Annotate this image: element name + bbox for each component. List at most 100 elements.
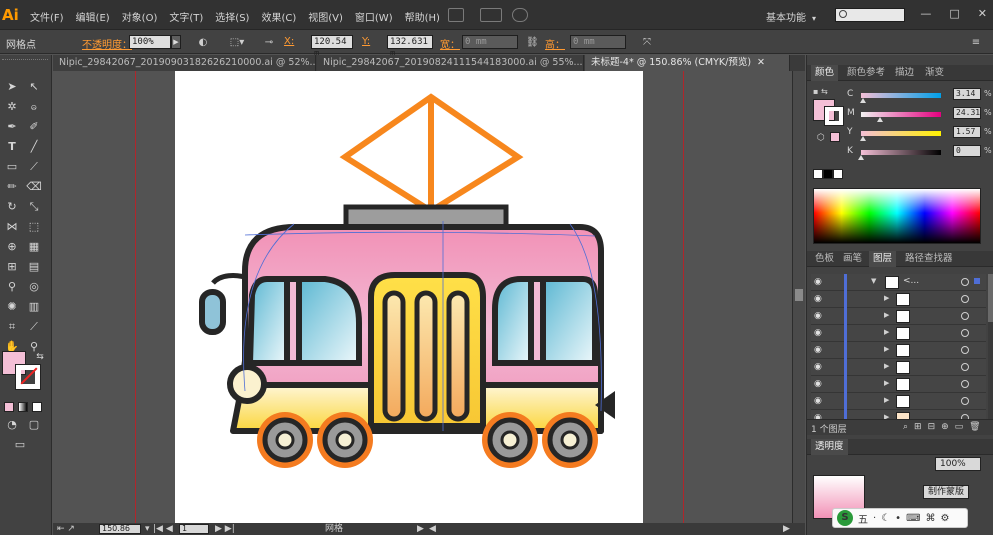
scale-tool-icon[interactable]: ⤡: [26, 199, 42, 215]
free-transform-tool-icon[interactable]: ⬚: [26, 219, 42, 235]
none-swatch[interactable]: [813, 169, 823, 179]
curvature-tool-icon[interactable]: ✐: [26, 119, 42, 135]
opacity-input[interactable]: 100%: [129, 35, 171, 49]
maximize-button[interactable]: □: [949, 7, 959, 20]
visibility-eye-icon[interactable]: ◉: [814, 362, 826, 372]
target-circle-icon[interactable]: [961, 346, 969, 354]
transparency-opacity-input[interactable]: 100%: [935, 457, 981, 471]
pencil-tool-icon[interactable]: ✏: [4, 179, 20, 195]
settings-gear-icon[interactable]: ⚙: [941, 513, 950, 524]
draw-mode-icon[interactable]: ◔: [4, 417, 20, 433]
target-circle-icon[interactable]: [961, 329, 969, 337]
tab-color[interactable]: 颜色: [811, 65, 839, 81]
target-circle-icon[interactable]: [961, 397, 969, 405]
visibility-eye-icon[interactable]: ◉: [814, 379, 826, 389]
moon-icon[interactable]: ☾: [881, 513, 890, 524]
lasso-tool-icon[interactable]: ဓ: [26, 99, 42, 115]
opacity-dropdown[interactable]: ▶: [171, 35, 181, 49]
expand-triangle-icon[interactable]: ▶: [884, 379, 889, 387]
artboard-number-input[interactable]: 1: [179, 524, 209, 534]
visibility-eye-icon[interactable]: ◉: [814, 311, 826, 321]
eraser-tool-icon[interactable]: ⌫: [26, 179, 42, 195]
status-menu-arrow[interactable]: ▶: [417, 523, 424, 535]
tab-stroke[interactable]: 描边: [891, 65, 918, 81]
perspective-grid-tool-icon[interactable]: ▦: [26, 239, 42, 255]
expand-triangle-icon[interactable]: ▶: [884, 345, 889, 353]
layer-row[interactable]: ◉ ▶: [811, 393, 986, 410]
stroke-swatch[interactable]: [15, 364, 41, 390]
tab-brushes[interactable]: 画笔: [839, 251, 866, 267]
layer-row-parent[interactable]: ◉ ▼ <...: [811, 274, 986, 291]
width-input[interactable]: 0 mm: [462, 35, 518, 49]
target-circle-icon[interactable]: [961, 363, 969, 371]
visibility-eye-icon[interactable]: ◉: [814, 345, 826, 355]
gradient-tool-icon[interactable]: ▤: [26, 259, 42, 275]
black-swatch[interactable]: [823, 169, 833, 179]
color-panel-stroke-swatch[interactable]: [824, 106, 844, 126]
target-circle-icon[interactable]: [961, 278, 969, 286]
zoom-level-input[interactable]: 150.86: [99, 524, 141, 534]
layer-name[interactable]: <...: [903, 276, 919, 286]
help-search-input[interactable]: [835, 8, 905, 22]
channel-black-knob[interactable]: [858, 155, 864, 160]
menu-edit[interactable]: 编辑(E): [76, 9, 110, 24]
horizontal-scroll-left[interactable]: ◀: [429, 523, 436, 535]
channel-cyan-slider[interactable]: [861, 93, 941, 98]
layer-row[interactable]: ◉ ▶: [811, 376, 986, 393]
symbol-sprayer-tool-icon[interactable]: ✺: [4, 299, 20, 315]
dot-icon[interactable]: •: [895, 513, 901, 524]
expand-triangle-icon[interactable]: ▶: [884, 362, 889, 370]
menu-object[interactable]: 对象(O): [122, 9, 158, 24]
channel-magenta-slider[interactable]: [861, 112, 941, 117]
recolor-icon[interactable]: ◐: [197, 37, 209, 48]
ime-mode[interactable]: 五: [858, 511, 868, 526]
align-to-icon[interactable]: ⬚▾: [228, 37, 246, 48]
line-tool-icon[interactable]: ╱: [26, 139, 42, 155]
menu-effect[interactable]: 效果(C): [261, 9, 296, 24]
menu-window[interactable]: 窗口(W): [355, 9, 393, 24]
close-button[interactable]: ✕: [978, 7, 987, 20]
layer-row[interactable]: ◉ ▶: [811, 342, 986, 359]
close-icon[interactable]: ✕: [757, 57, 765, 68]
out-of-gamut-icon[interactable]: ⬡: [817, 133, 825, 143]
zoom-dropdown-icon[interactable]: ▾: [145, 523, 150, 535]
gpu-performance-icon[interactable]: [512, 8, 528, 22]
magic-wand-tool-icon[interactable]: ✲: [4, 99, 20, 115]
target-circle-icon[interactable]: [961, 380, 969, 388]
gradient-mode-swatch[interactable]: [18, 402, 28, 412]
canvas-vertical-scrollbar[interactable]: [792, 71, 805, 523]
tab-gradient[interactable]: 渐变: [921, 65, 948, 81]
tab-swatches[interactable]: 色板: [811, 251, 838, 267]
visibility-eye-icon[interactable]: ◉: [814, 396, 826, 406]
channel-yellow-slider[interactable]: [861, 131, 941, 136]
artboard-nav-prev[interactable]: |◀ ◀: [153, 523, 173, 535]
channel-cyan-input[interactable]: 3.14: [953, 88, 981, 100]
make-mask-button[interactable]: 制作蒙版: [923, 485, 970, 499]
x-position-input[interactable]: 120.54 m: [311, 35, 353, 59]
ime-punct[interactable]: ·: [873, 513, 876, 524]
channel-magenta-input[interactable]: 24.31: [953, 107, 981, 119]
tab-color-guide[interactable]: 颜色参考: [843, 65, 889, 81]
blend-tool-icon[interactable]: ◎: [26, 279, 42, 295]
artboard-nav-next[interactable]: ▶ ▶|: [215, 523, 235, 535]
shape-builder-tool-icon[interactable]: ⊕: [4, 239, 20, 255]
pen-tool-icon[interactable]: ✒: [4, 119, 20, 135]
rectangle-tool-icon[interactable]: ▭: [4, 159, 20, 175]
layer-row[interactable]: ◉ ▶: [811, 359, 986, 376]
toolbar-grip[interactable]: [2, 59, 48, 62]
minimize-button[interactable]: —: [920, 7, 931, 20]
arrange-documents-icon[interactable]: [480, 8, 502, 22]
transform-icon[interactable]: ⤧: [641, 37, 653, 48]
channel-black-slider[interactable]: [861, 150, 941, 155]
default-colors-icon[interactable]: ▪ ⇆: [813, 87, 828, 96]
opacity-label[interactable]: 不透明度：: [82, 36, 132, 51]
color-mode-swatch[interactable]: [4, 402, 14, 412]
tab-layers[interactable]: 图层: [869, 251, 897, 267]
layers-scrollbar[interactable]: [988, 274, 993, 424]
menu-select[interactable]: 选择(S): [215, 9, 249, 24]
visibility-eye-icon[interactable]: ◉: [814, 277, 826, 287]
layer-footer-icons[interactable]: ⌕⊞⊟⊕▭🗑: [903, 422, 987, 432]
bridge-icon[interactable]: [448, 8, 464, 22]
ime-logo[interactable]: S: [837, 510, 853, 526]
scrollbar-thumb[interactable]: [795, 289, 803, 301]
